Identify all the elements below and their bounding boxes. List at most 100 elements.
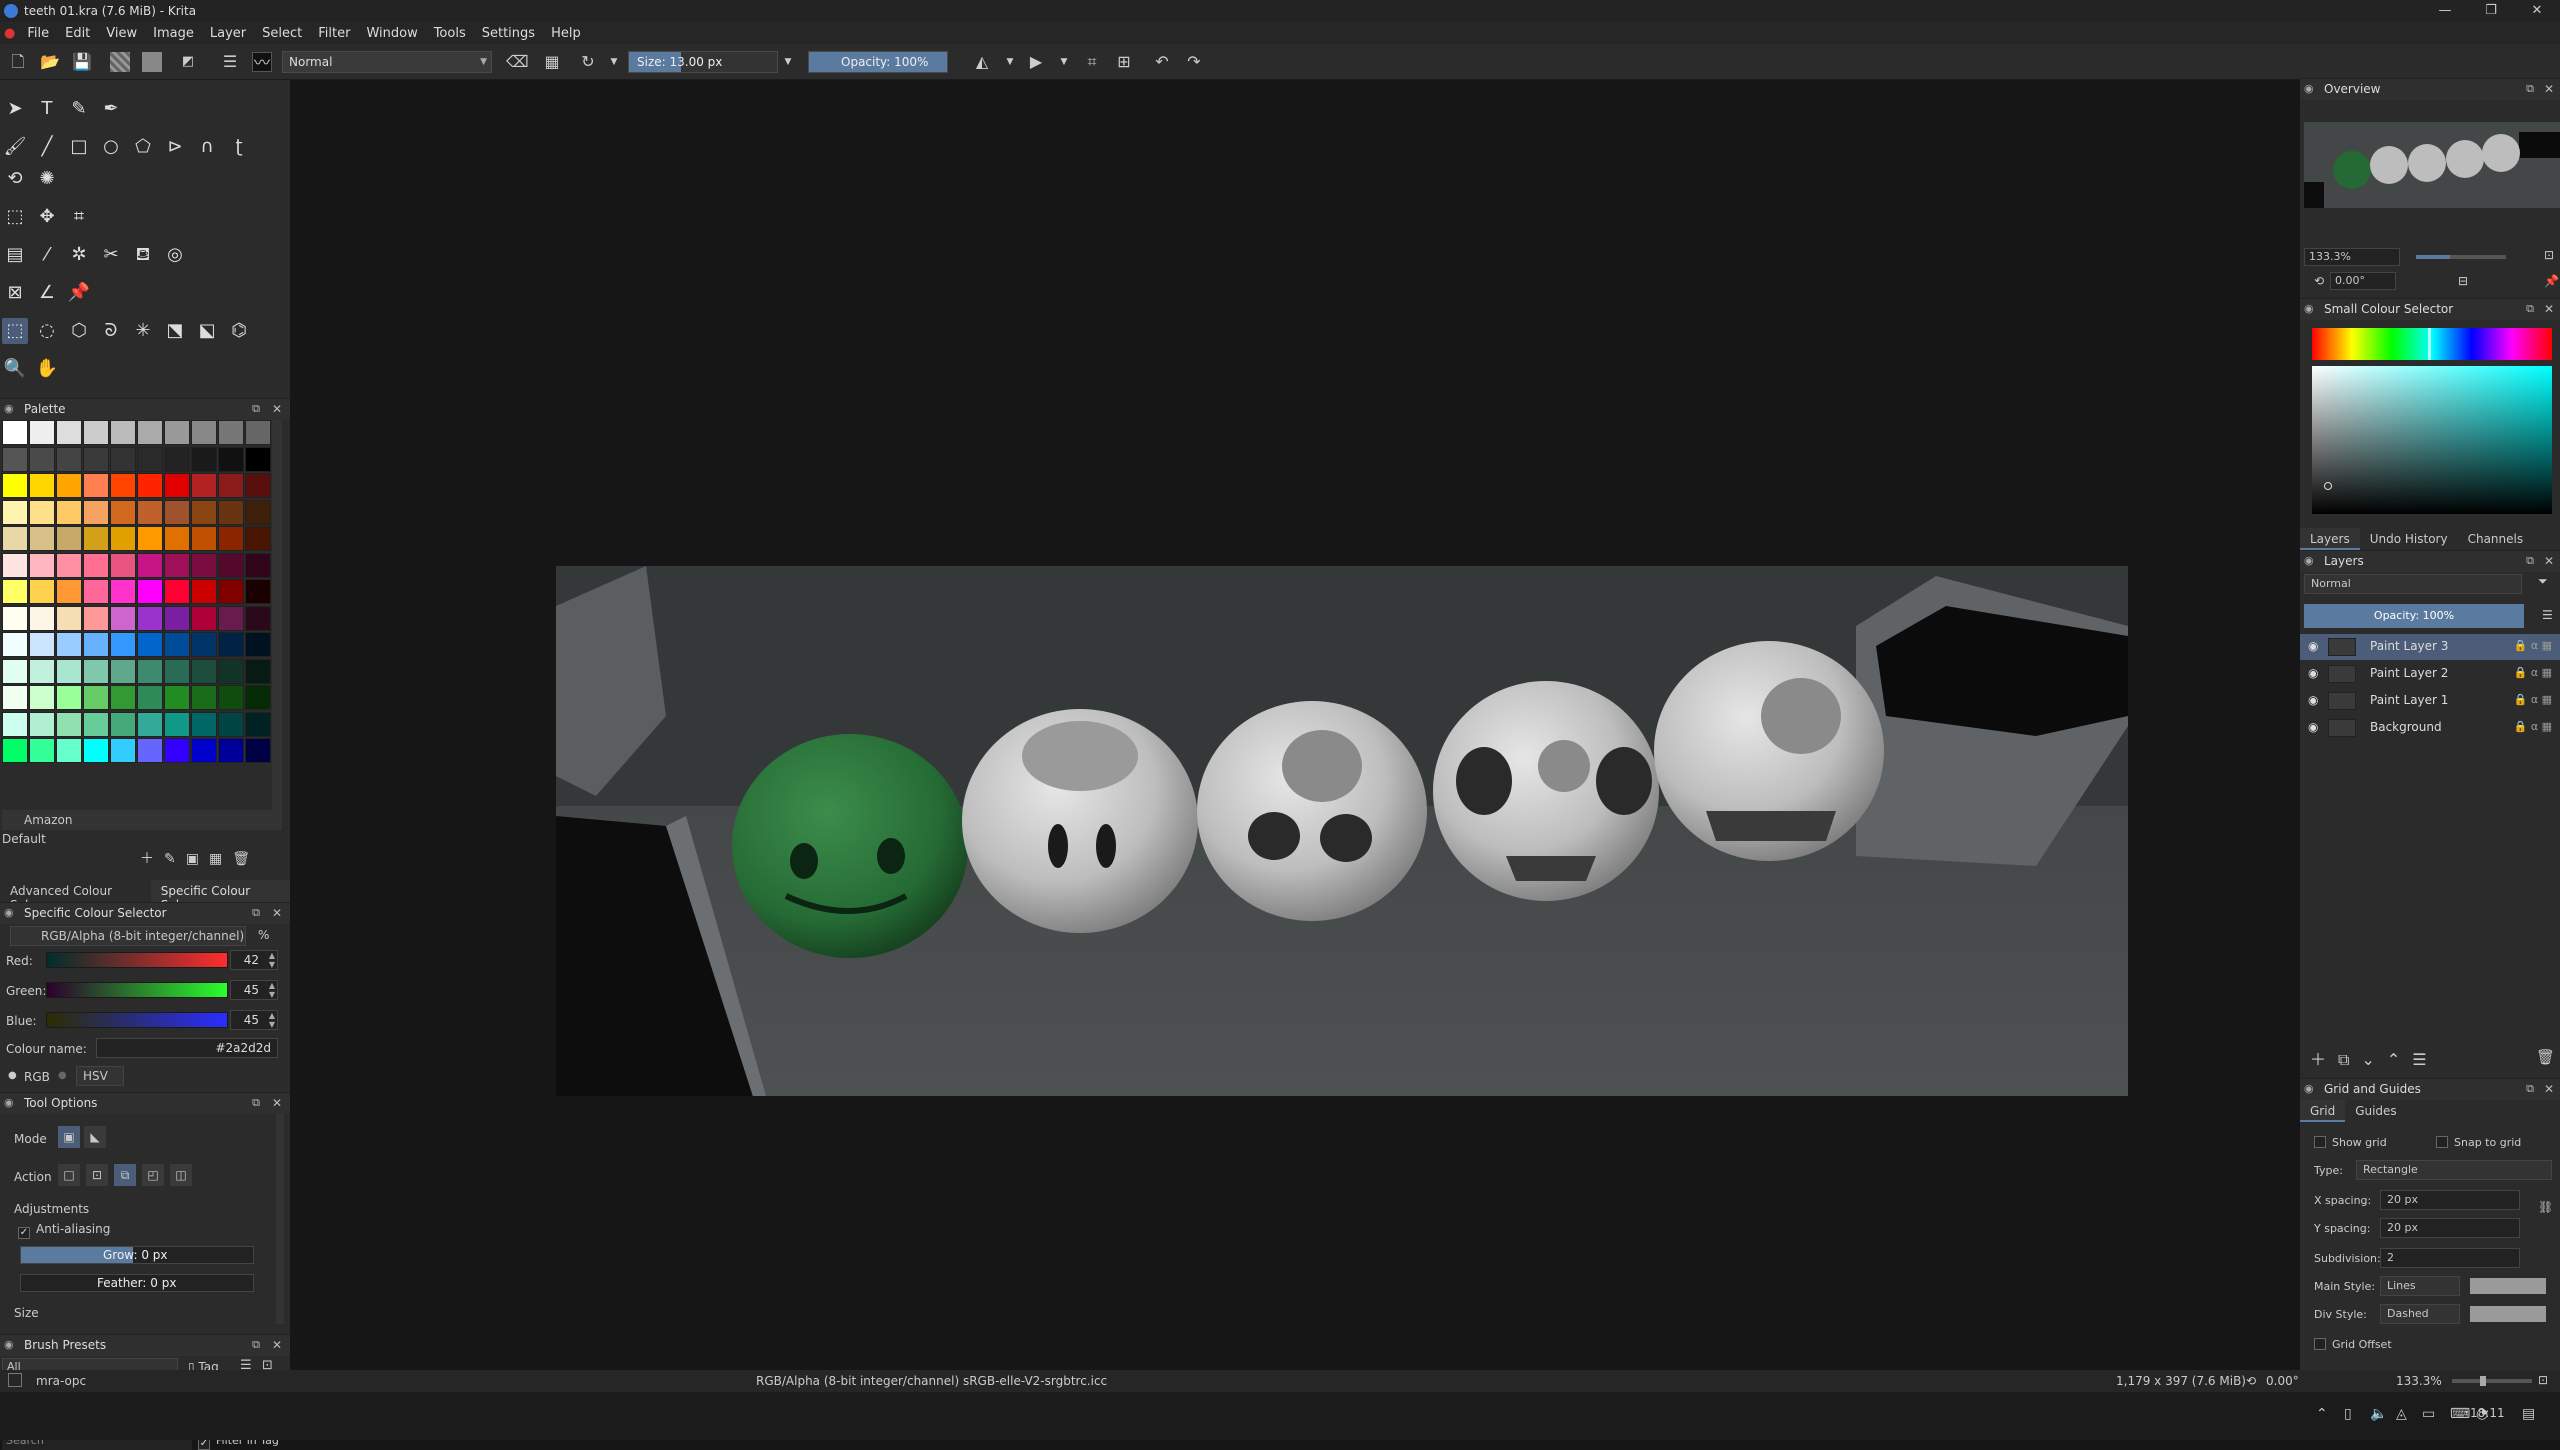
palette-swatch[interactable]: [164, 579, 190, 604]
taskbar-time[interactable]: 18:11: [2470, 1406, 2505, 1420]
close-panel-icon[interactable]: ✕: [2544, 79, 2554, 99]
palette-swatch[interactable]: [218, 605, 244, 631]
color-picker-tool-icon[interactable]: ⁄: [34, 242, 60, 268]
tool-options-scrollbar[interactable]: [276, 1114, 284, 1324]
layer-lock-alpha-icon[interactable]: 🔒 α ▦: [2514, 666, 2552, 679]
save-document-icon[interactable]: 💾: [72, 52, 92, 72]
fg-bg-color-icon[interactable]: ◩: [178, 52, 198, 72]
minimize-button[interactable]: —: [2422, 0, 2468, 22]
pin-icon[interactable]: 📌: [2544, 274, 2559, 288]
float-panel-icon[interactable]: ⧉: [252, 1335, 260, 1355]
delete-layer-icon[interactable]: 🗑: [2536, 1048, 2555, 1066]
palette-swatch[interactable]: [164, 738, 190, 763]
palette-swatch[interactable]: [29, 632, 55, 657]
text-tool-icon[interactable]: T: [34, 96, 60, 122]
menu-filter[interactable]: Filter: [310, 26, 358, 41]
palette-swatch[interactable]: [56, 685, 82, 710]
layer-lock-alpha-icon[interactable]: 🔒 α ▦: [2514, 693, 2552, 706]
visibility-eye-icon[interactable]: ◉: [2308, 666, 2318, 680]
add-layer-icon[interactable]: ＋: [2310, 1050, 2338, 1069]
fit-icon[interactable]: ⊡: [2538, 1373, 2548, 1387]
link-spacing-icon[interactable]: ⛓: [2538, 1200, 2553, 1214]
close-panel-icon[interactable]: ✕: [2544, 551, 2554, 571]
palette-swatch[interactable]: [110, 473, 136, 498]
palette-swatch[interactable]: [245, 473, 271, 498]
y-spacing-input[interactable]: 20 px: [2380, 1218, 2520, 1238]
reload-preset-icon[interactable]: ↻: [578, 52, 598, 72]
layer-lock-alpha-icon[interactable]: 🔒 α ▦: [2514, 720, 2552, 733]
colorize-mask-tool-icon[interactable]: ✂: [98, 242, 124, 268]
palette-swatch[interactable]: [29, 579, 55, 604]
layer-row[interactable]: ◉ Background 🔒 α ▦: [2300, 715, 2560, 741]
layer-properties-icon[interactable]: ☰: [2412, 1050, 2438, 1069]
palette-swatch[interactable]: [137, 526, 163, 551]
overview-zoom-slider[interactable]: [2416, 255, 2506, 259]
palette-swatch[interactable]: [191, 685, 217, 710]
brush-preset-icon[interactable]: 〰: [252, 52, 272, 72]
palette-swatch[interactable]: [83, 473, 109, 498]
palette-swatch[interactable]: [245, 738, 271, 763]
dock-lock-icon[interactable]: ◉: [2304, 299, 2314, 319]
palette-swatch[interactable]: [218, 685, 244, 710]
palette-swatch[interactable]: [137, 632, 163, 657]
palette-swatch[interactable]: [2, 552, 28, 578]
palette-swatch[interactable]: [2, 658, 28, 684]
float-panel-icon[interactable]: ⧉: [2526, 299, 2534, 319]
status-zoom[interactable]: 133.3%: [2396, 1374, 2442, 1388]
palette-swatch[interactable]: [137, 658, 163, 684]
spin-arrows-icon[interactable]: ▲ ▼: [269, 1011, 275, 1029]
chevron-down-icon[interactable]: ▼: [1054, 52, 1074, 72]
colour-profile-select[interactable]: RGB/Alpha (8-bit integer/channel): [10, 926, 246, 946]
contiguous-selection-tool-icon[interactable]: ✳: [130, 318, 156, 344]
mode-pixel-icon[interactable]: ▣: [58, 1126, 80, 1148]
layer-row[interactable]: ◉ Paint Layer 3 🔒 α ▦: [2300, 634, 2560, 660]
brush-settings-icon[interactable]: ☰: [220, 52, 240, 72]
palette-swatch[interactable]: [245, 632, 271, 657]
palette-swatch[interactable]: [83, 526, 109, 551]
layer-row[interactable]: ◉ Paint Layer 1 🔒 α ▦: [2300, 688, 2560, 714]
palette-swatch[interactable]: [29, 711, 55, 737]
float-panel-icon[interactable]: ⧉: [2526, 79, 2534, 99]
palette-swatch[interactable]: [191, 420, 217, 445]
overview-zoom-select[interactable]: 133.3%: [2304, 248, 2400, 266]
palette-swatch[interactable]: [110, 499, 136, 525]
menu-settings[interactable]: Settings: [474, 26, 543, 41]
palette-swatch[interactable]: [245, 658, 271, 684]
action-add-icon[interactable]: ⧉: [114, 1164, 136, 1186]
palette-swatch[interactable]: [29, 738, 55, 763]
green-slider[interactable]: [46, 982, 228, 998]
palette-swatch[interactable]: [83, 738, 109, 763]
show-grid-checkbox[interactable]: Show grid: [2314, 1136, 2387, 1149]
grid-type-select[interactable]: Rectangle: [2356, 1160, 2552, 1180]
palette-swatch[interactable]: [164, 711, 190, 737]
chevron-down-icon[interactable]: ▼: [778, 52, 798, 72]
close-panel-icon[interactable]: ✕: [272, 399, 282, 419]
palette-swatch[interactable]: [191, 473, 217, 498]
pattern-preset-icon[interactable]: [142, 52, 162, 72]
palette-swatch[interactable]: [218, 579, 244, 604]
palette-swatch[interactable]: [245, 579, 271, 604]
x-spacing-input[interactable]: 20 px: [2380, 1190, 2520, 1210]
palette-swatch[interactable]: [110, 446, 136, 472]
palette-swatch[interactable]: [245, 446, 271, 472]
elliptical-selection-tool-icon[interactable]: ◌: [34, 318, 60, 344]
close-panel-icon[interactable]: ✕: [272, 1335, 282, 1355]
palette-swatch[interactable]: [191, 552, 217, 578]
open-document-icon[interactable]: 📂: [40, 52, 60, 72]
grow-slider[interactable]: Grow: 0 px: [20, 1246, 254, 1264]
palette-swatch[interactable]: [218, 552, 244, 578]
palette-swatch[interactable]: [56, 632, 82, 657]
palette-swatch[interactable]: [56, 526, 82, 551]
palette-swatch[interactable]: [218, 473, 244, 498]
palette-swatch[interactable]: [83, 552, 109, 578]
layer-opacity-slider[interactable]: Opacity: 100%: [2304, 604, 2524, 628]
palette-swatch[interactable]: [218, 632, 244, 657]
pan-tool-icon[interactable]: ✋: [34, 356, 60, 382]
palette-swatch[interactable]: [29, 526, 55, 551]
palette-swatch[interactable]: [110, 526, 136, 551]
palette-swatch[interactable]: [110, 738, 136, 763]
float-panel-icon[interactable]: ⧉: [252, 903, 260, 923]
freehand-path-tool-icon[interactable]: ʈ: [226, 134, 252, 160]
action-subtract-icon[interactable]: ◰: [142, 1164, 164, 1186]
save-palette-icon[interactable]: ▣: [186, 851, 209, 867]
